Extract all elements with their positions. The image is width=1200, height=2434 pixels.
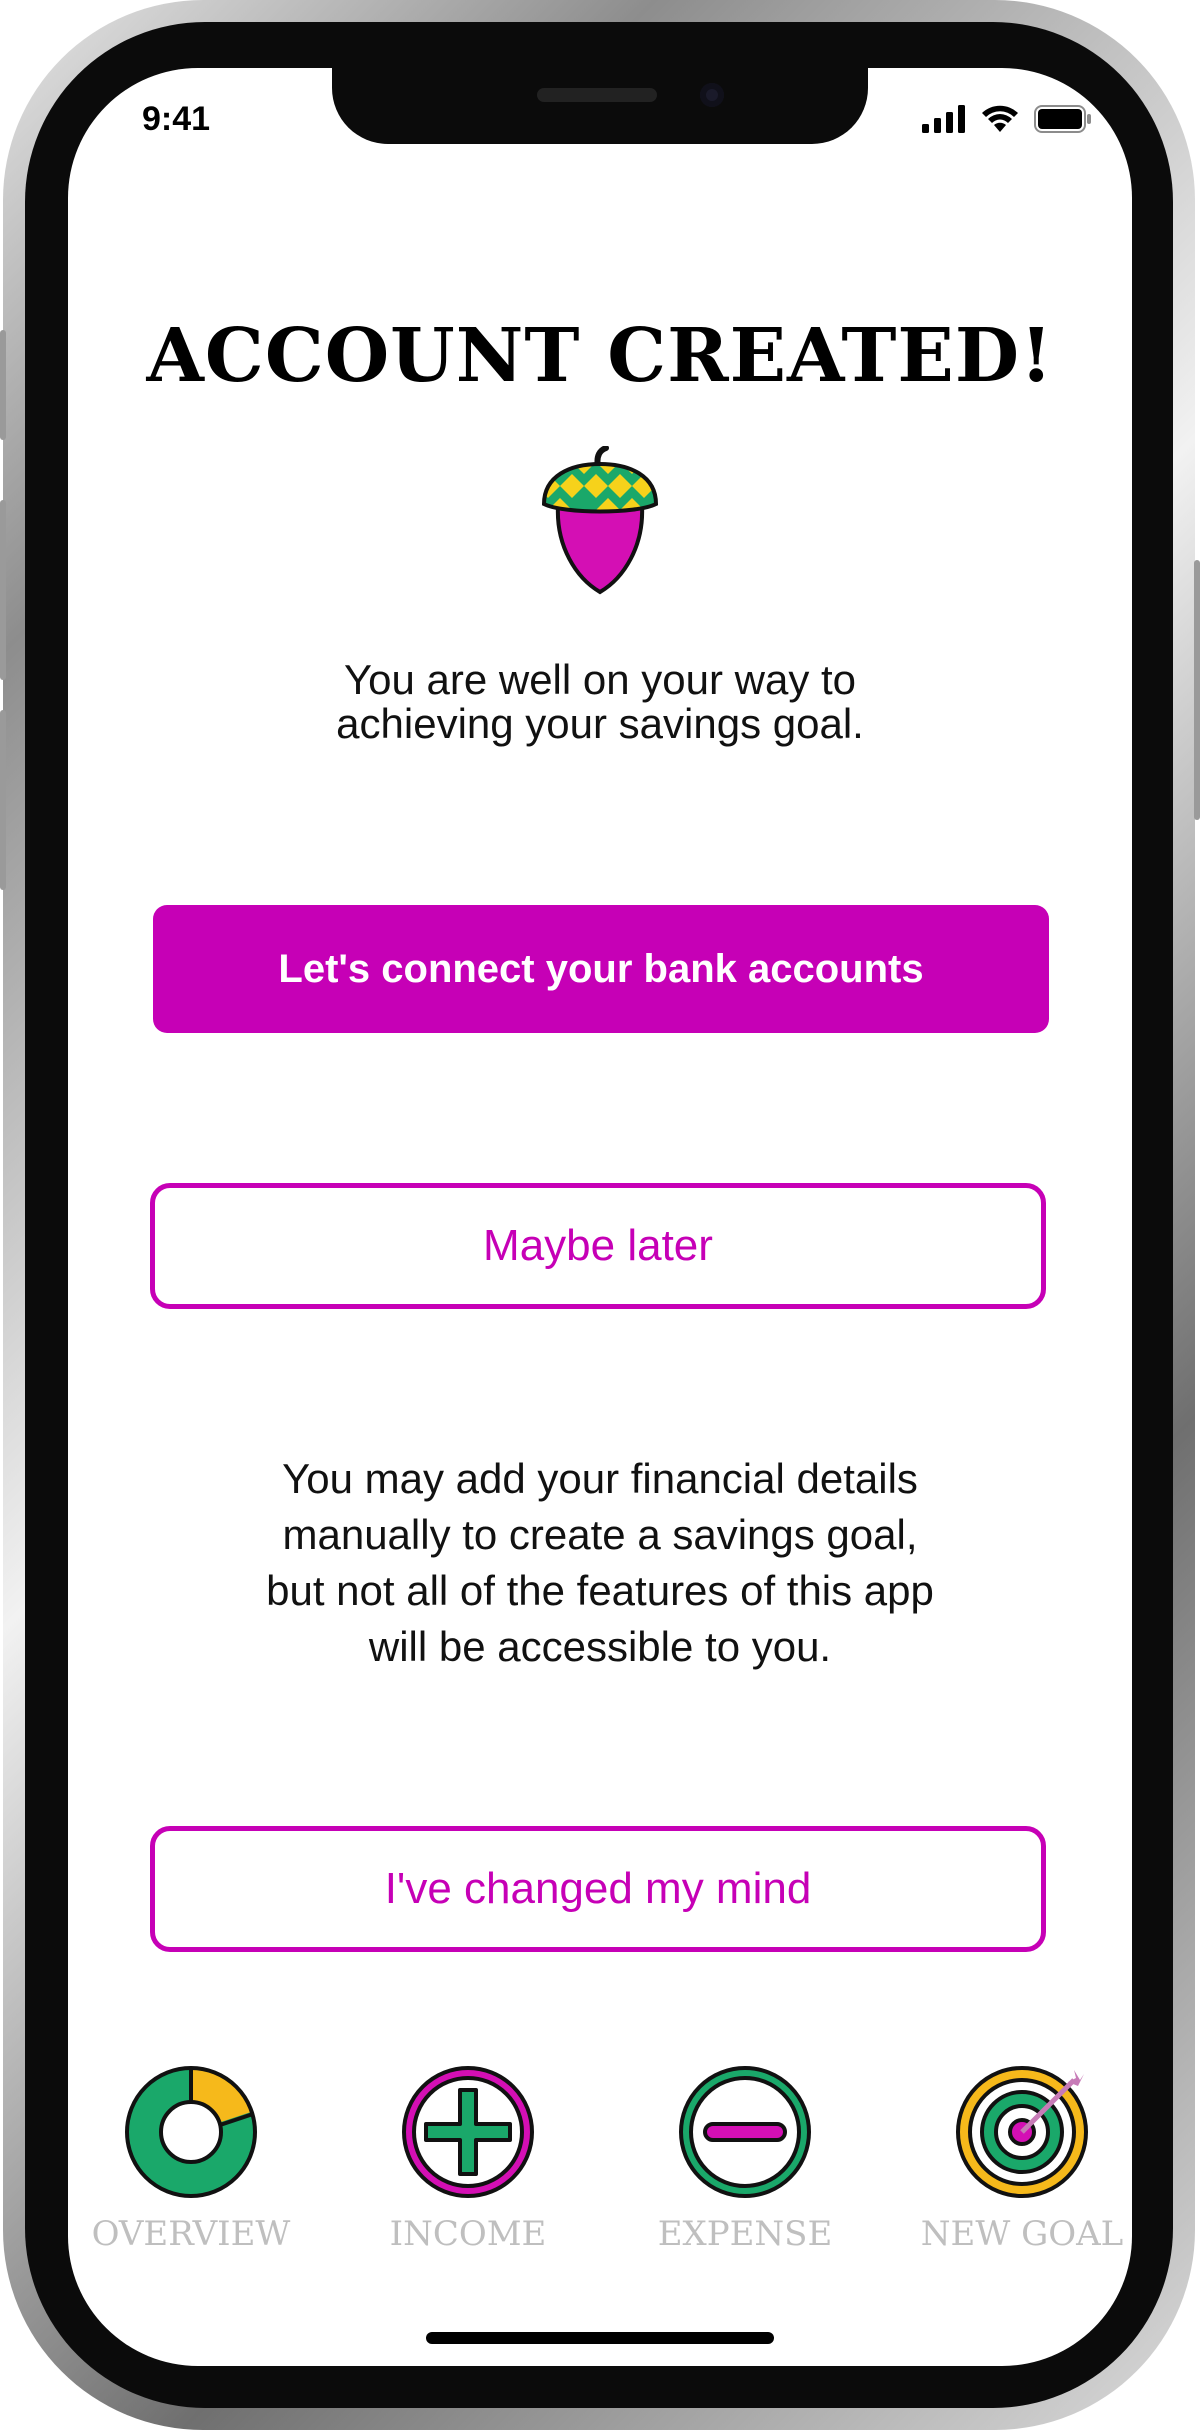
changed-my-mind-button[interactable]: I've changed my mind <box>150 1826 1046 1952</box>
status-icons <box>922 104 1092 134</box>
volume-down-button <box>0 710 6 890</box>
minus-circle-icon <box>679 2066 811 2198</box>
app-screen: 9:41 ACCOUNT CREATED! You are well on yo… <box>68 68 1132 2366</box>
power-button <box>1194 560 1200 820</box>
home-indicator[interactable] <box>426 2332 774 2344</box>
tab-label: NEW GOAL <box>920 2214 1124 2254</box>
volume-up-button <box>0 500 6 680</box>
tab-label: OVERVIEW <box>91 2214 291 2254</box>
maybe-later-button[interactable]: Maybe later <box>150 1183 1046 1309</box>
tab-label: INCOME <box>389 2214 547 2254</box>
page-title: ACCOUNT CREATED! <box>146 313 1054 399</box>
intro-line: You are well on your way to <box>343 656 857 703</box>
battery-icon <box>1034 105 1091 133</box>
info-line: manually to create a savings goal, <box>282 1511 918 1558</box>
donut-chart-icon <box>125 2066 257 2198</box>
mute-switch <box>0 330 6 440</box>
cellular-signal-icon <box>922 105 965 133</box>
status-time: 9:41 <box>142 100 211 138</box>
intro-message: You are well on your way to achieving yo… <box>68 658 1132 746</box>
tab-overview[interactable]: OVERVIEW <box>71 2064 311 2254</box>
front-camera <box>700 83 724 107</box>
target-arrow-icon <box>956 2066 1088 2198</box>
acorn-icon <box>541 446 659 595</box>
info-line: but not all of the features of this app <box>266 1567 934 1614</box>
intro-line: achieving your savings goal. <box>336 700 864 747</box>
notch <box>332 68 868 144</box>
speaker-grille <box>537 88 657 102</box>
bottom-tab-bar: OVERVIEW INCOME EXPENSE NEW GOAL <box>68 2064 1132 2254</box>
tab-new-goal[interactable]: NEW GOAL <box>902 2064 1132 2254</box>
tab-label: EXPENSE <box>657 2214 833 2254</box>
wifi-icon <box>982 105 1018 132</box>
tab-income[interactable]: INCOME <box>348 2064 588 2254</box>
tab-expense[interactable]: EXPENSE <box>625 2064 865 2254</box>
manual-entry-info: You may add your financial details manua… <box>68 1451 1132 1675</box>
info-line: will be accessible to you. <box>368 1623 832 1670</box>
plus-circle-icon <box>402 2066 534 2198</box>
connect-bank-accounts-button[interactable]: Let's connect your bank accounts <box>153 905 1049 1033</box>
info-line: You may add your financial details <box>282 1455 918 1502</box>
